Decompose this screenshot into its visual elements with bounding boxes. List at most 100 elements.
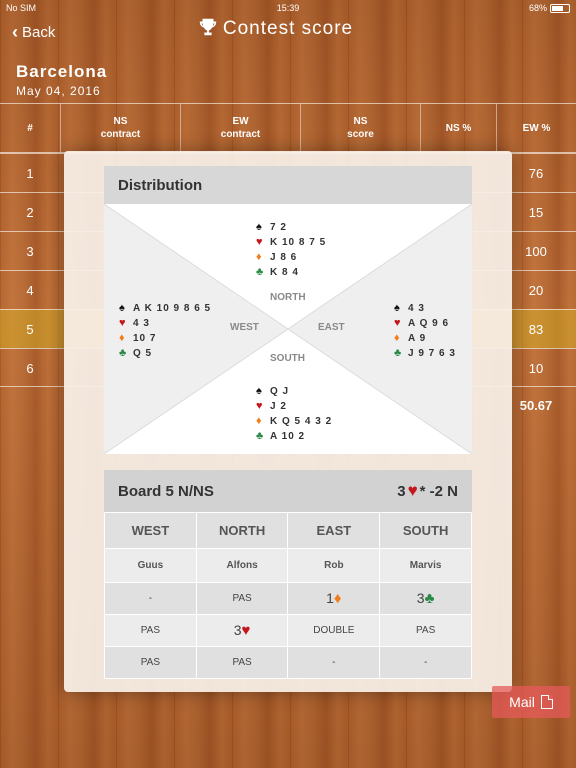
row-number: 5 (26, 322, 34, 337)
spade-icon: ♠ (256, 385, 263, 397)
south-spades: Q J (270, 386, 290, 397)
row-number: 3 (26, 244, 34, 259)
col-ns-score: NS score (300, 104, 420, 152)
bid-cell: - (379, 646, 472, 679)
board-panel: Board 5 N/NS 3 ♥ * -2 N WEST NORTH EAST … (104, 470, 472, 679)
bid-cell: PAS (104, 646, 197, 679)
club-icon: ♣ (424, 590, 435, 607)
bid-cell: 3♣ (379, 582, 472, 615)
page-title: Contest score (222, 18, 354, 39)
diamond-icon: ♦ (333, 590, 342, 607)
venue-date: May 04, 2016 (16, 84, 101, 98)
east-label: EAST (318, 322, 345, 333)
east-hand: ♠ 4 3 ♥ A Q 9 6 ♦ A 9 ♣ J 9 7 6 3 (394, 301, 456, 361)
north-diamonds: J 8 6 (270, 252, 298, 263)
row-number: 6 (26, 361, 34, 376)
north-clubs: K 8 4 (270, 267, 299, 278)
mail-button[interactable]: Mail (492, 686, 570, 718)
club-icon: ♣ (119, 347, 128, 359)
club-icon: ♣ (394, 347, 403, 359)
dir-west: WEST (104, 512, 197, 549)
result-suffix: * -2 N (419, 482, 458, 500)
south-label: SOUTH (270, 353, 305, 364)
north-spades: 7 2 (270, 222, 287, 233)
board-title: Board 5 N/NS (118, 482, 214, 500)
club-icon: ♣ (256, 430, 265, 442)
dir-east: EAST (287, 512, 381, 549)
bid-cell: - (104, 582, 197, 615)
distribution-panel: Distribution ♠ 7 2 ♥ K 10 8 7 5 ♦ J 8 6 ♣ K … (104, 166, 472, 454)
bid-cell: PAS (195, 582, 289, 615)
bid-cell: PAS (379, 614, 472, 647)
table-header: # NS contract EW contract NS score NS % … (0, 103, 576, 153)
diamond-icon: ♦ (394, 332, 401, 344)
bidding-table: WEST NORTH EAST SOUTH Guus Alfons Rob Ma… (104, 512, 472, 679)
row-number: 1 (26, 166, 34, 181)
west-hand: ♠ A K 10 9 8 6 5 ♥ 4 3 ♦ 10 7 ♣ Q 5 (119, 301, 211, 361)
distribution-title: Distribution (104, 166, 472, 204)
north-hand: ♠ 7 2 ♥ K 10 8 7 5 ♦ J 8 6 ♣ K 8 4 (256, 220, 326, 280)
venue-name: Barcelona (16, 62, 108, 81)
navigation-bar: ‹ Back Contest score (0, 16, 576, 52)
heart-icon: ♥ (394, 317, 402, 329)
diamond-icon: ♦ (119, 332, 126, 344)
south-hand: ♠ Q J ♥ J 2 ♦ K Q 5 4 3 2 ♣ A 10 2 (256, 384, 332, 444)
row-number: 2 (26, 205, 34, 220)
clock: 15:39 (276, 3, 300, 13)
player-north: Alfons (195, 548, 289, 583)
status-bar: No SIM 15:39 68% (0, 0, 576, 16)
west-hearts: 4 3 (133, 318, 150, 329)
heart-icon: ♥ (241, 622, 251, 639)
east-clubs: J 9 7 6 3 (408, 348, 456, 359)
bidding-directions: WEST NORTH EAST SOUTH (104, 512, 472, 549)
heart-icon: ♥ (256, 400, 264, 412)
dir-south: SOUTH (379, 512, 472, 549)
west-label: WEST (230, 322, 259, 333)
mail-label: Mail (509, 694, 535, 710)
north-label: NORTH (270, 292, 306, 303)
heart-icon: ♥ (119, 317, 127, 329)
distribution-diagram: ♠ 7 2 ♥ K 10 8 7 5 ♦ J 8 6 ♣ K 8 4 ♠ A K 10 9… (104, 204, 472, 454)
row-number: 4 (26, 283, 34, 298)
bidding-round-3: PAS PAS - - (104, 646, 472, 679)
heart-icon: ♥ (407, 481, 418, 500)
pdf-icon (540, 695, 553, 709)
bid-cell: DOUBLE (287, 614, 381, 647)
board-result: 3 ♥ * -2 N (397, 481, 458, 501)
bidding-round-2: PAS 3♥ DOUBLE PAS (104, 614, 472, 647)
east-spades: 4 3 (408, 303, 425, 314)
spade-icon: ♠ (394, 302, 401, 314)
diamond-icon: ♦ (256, 251, 263, 263)
bid-cell: 1♦ (287, 582, 381, 615)
col-ns-contract: NS contract (60, 104, 180, 152)
bid-cell: - (287, 646, 381, 679)
bid-cell: PAS (104, 614, 197, 647)
west-spades: A K 10 9 8 6 5 (133, 303, 212, 314)
south-clubs: A 10 2 (270, 431, 306, 442)
diamond-icon: ♦ (256, 415, 263, 427)
bidding-players: Guus Alfons Rob Marvis (104, 548, 472, 583)
col-ns-pct: NS % (420, 104, 496, 152)
bid-level: 3 (416, 590, 425, 606)
venue-info: Barcelona May 04, 2016 (16, 62, 107, 98)
col-number: # (27, 122, 33, 134)
dir-north: NORTH (195, 512, 289, 549)
result-level: 3 (397, 482, 406, 500)
bidding-round-1: - PAS 1♦ 3♣ (104, 582, 472, 615)
board-header: Board 5 N/NS 3 ♥ * -2 N (104, 470, 472, 512)
west-clubs: Q 5 (133, 348, 153, 359)
south-diamonds: K Q 5 4 3 2 (270, 416, 333, 427)
west-diamonds: 10 7 (133, 333, 157, 344)
east-diamonds: A 9 (408, 333, 427, 344)
club-icon: ♣ (256, 266, 265, 278)
spade-icon: ♠ (256, 221, 263, 233)
player-south: Marvis (379, 548, 472, 583)
bid-cell: PAS (195, 646, 289, 679)
col-ew-pct: EW % (496, 104, 576, 152)
bid-level: 3 (233, 622, 242, 638)
east-hearts: A Q 9 6 (408, 318, 450, 329)
north-hearts: K 10 8 7 5 (270, 237, 327, 248)
player-west: Guus (104, 548, 197, 583)
col-ew-contract: EW contract (180, 104, 300, 152)
spade-icon: ♠ (119, 302, 126, 314)
